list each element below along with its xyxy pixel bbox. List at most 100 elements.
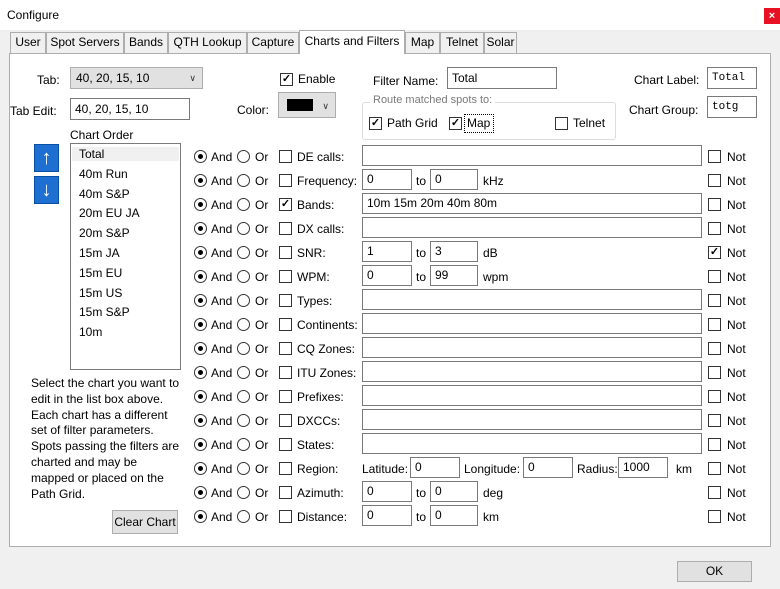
or-radio[interactable] [237, 318, 250, 331]
dxccs-input[interactable] [362, 409, 702, 430]
chart-order-item[interactable]: 40m Run [79, 167, 128, 181]
or-radio[interactable] [237, 414, 250, 427]
and-radio[interactable] [194, 510, 207, 523]
not-checkbox[interactable] [708, 174, 721, 187]
chart-order-item[interactable]: 15m S&P [79, 305, 130, 319]
tab-map[interactable]: Map [405, 32, 440, 53]
or-radio[interactable] [237, 462, 250, 475]
tab-qth-lookup[interactable]: QTH Lookup [168, 32, 247, 53]
tab-select[interactable]: 40, 20, 15, 10 ∨ [70, 67, 203, 89]
or-radio[interactable] [237, 246, 250, 259]
tab-charts-and-filters[interactable]: Charts and Filters [299, 30, 405, 54]
not-checkbox[interactable] [708, 222, 721, 235]
de-calls-checkbox[interactable] [279, 150, 292, 163]
frequency-from-input[interactable]: 0 [362, 169, 412, 190]
not-checkbox[interactable] [708, 150, 721, 163]
and-radio[interactable] [194, 246, 207, 259]
bands-input[interactable]: 10m 15m 20m 40m 80m [362, 193, 702, 214]
chart-order-list[interactable]: Total 40m Run 40m S&P 20m EU JA 20m S&P 15m J… [70, 143, 181, 370]
ok-button[interactable]: OK [677, 561, 752, 582]
continents-input[interactable] [362, 313, 702, 334]
chart-order-item[interactable]: 15m US [79, 286, 122, 300]
tab-spot-servers[interactable]: Spot Servers [46, 32, 124, 53]
types-input[interactable] [362, 289, 702, 310]
tab-user[interactable]: User [10, 32, 46, 53]
and-radio[interactable] [194, 462, 207, 475]
not-checkbox[interactable] [708, 414, 721, 427]
and-radio[interactable] [194, 414, 207, 427]
chart-order-item[interactable]: 15m EU [79, 266, 122, 280]
de-calls-input[interactable] [362, 145, 702, 166]
distance-checkbox[interactable] [279, 510, 292, 523]
frequency-checkbox[interactable] [279, 174, 292, 187]
and-radio[interactable] [194, 342, 207, 355]
radius-input[interactable]: 1000 [618, 457, 668, 478]
or-radio[interactable] [237, 198, 250, 211]
chart-order-item[interactable]: 15m JA [79, 246, 120, 260]
wpm-from-input[interactable]: 0 [362, 265, 412, 286]
move-up-button[interactable]: ↑ [34, 144, 59, 172]
or-radio[interactable] [237, 222, 250, 235]
route-telnet-checkbox[interactable] [555, 117, 568, 130]
or-radio[interactable] [237, 270, 250, 283]
dx-calls-checkbox[interactable] [279, 222, 292, 235]
or-radio[interactable] [237, 150, 250, 163]
or-radio[interactable] [237, 366, 250, 379]
not-checkbox[interactable] [708, 294, 721, 307]
and-radio[interactable] [194, 198, 207, 211]
not-checkbox[interactable] [708, 462, 721, 475]
clear-chart-button[interactable]: Clear Chart [112, 510, 178, 534]
snr-from-input[interactable]: 1 [362, 241, 412, 262]
not-checkbox[interactable] [708, 486, 721, 499]
and-radio[interactable] [194, 486, 207, 499]
not-checkbox[interactable] [708, 198, 721, 211]
wpm-to-input[interactable]: 99 [430, 265, 478, 286]
not-checkbox[interactable] [708, 270, 721, 283]
longitude-input[interactable]: 0 [523, 457, 573, 478]
chart-order-item[interactable]: 20m S&P [79, 226, 130, 240]
wpm-checkbox[interactable] [279, 270, 292, 283]
prefixes-input[interactable] [362, 385, 702, 406]
or-radio[interactable] [237, 342, 250, 355]
states-input[interactable] [362, 433, 702, 454]
or-radio[interactable] [237, 174, 250, 187]
and-radio[interactable] [194, 174, 207, 187]
move-down-button[interactable]: ↓ [34, 176, 59, 204]
distance-to-input[interactable]: 0 [430, 505, 478, 526]
or-radio[interactable] [237, 510, 250, 523]
itu-zones-input[interactable] [362, 361, 702, 382]
and-radio[interactable] [194, 366, 207, 379]
frequency-to-input[interactable]: 0 [430, 169, 478, 190]
distance-from-input[interactable]: 0 [362, 505, 412, 526]
tab-telnet[interactable]: Telnet [440, 32, 484, 53]
and-radio[interactable] [194, 438, 207, 451]
states-checkbox[interactable] [279, 438, 292, 451]
chart-order-item[interactable]: 20m EU JA [79, 206, 140, 220]
dx-calls-input[interactable] [362, 217, 702, 238]
not-checkbox[interactable] [708, 318, 721, 331]
not-checkbox[interactable]: ✓ [708, 246, 721, 259]
enable-checkbox[interactable]: ✓ [280, 73, 293, 86]
not-checkbox[interactable] [708, 390, 721, 403]
azimuth-to-input[interactable]: 0 [430, 481, 478, 502]
tab-edit-input[interactable]: 40, 20, 15, 10 [70, 98, 190, 120]
filter-name-input[interactable]: Total [447, 67, 557, 89]
and-radio[interactable] [194, 294, 207, 307]
tab-solar[interactable]: Solar [484, 32, 517, 53]
itu-zones-checkbox[interactable] [279, 366, 292, 379]
dxccs-checkbox[interactable] [279, 414, 292, 427]
chart-label-input[interactable]: Total [707, 67, 757, 89]
and-radio[interactable] [194, 318, 207, 331]
prefixes-checkbox[interactable] [279, 390, 292, 403]
and-radio[interactable] [194, 270, 207, 283]
not-checkbox[interactable] [708, 342, 721, 355]
close-button[interactable]: × [764, 8, 780, 24]
chart-order-item[interactable]: 40m S&P [79, 187, 130, 201]
or-radio[interactable] [237, 294, 250, 307]
and-radio[interactable] [194, 390, 207, 403]
not-checkbox[interactable] [708, 510, 721, 523]
cq-zones-checkbox[interactable] [279, 342, 292, 355]
chart-order-item[interactable]: 10m [79, 325, 102, 339]
region-checkbox[interactable] [279, 462, 292, 475]
chart-group-input[interactable]: totg [707, 96, 757, 118]
